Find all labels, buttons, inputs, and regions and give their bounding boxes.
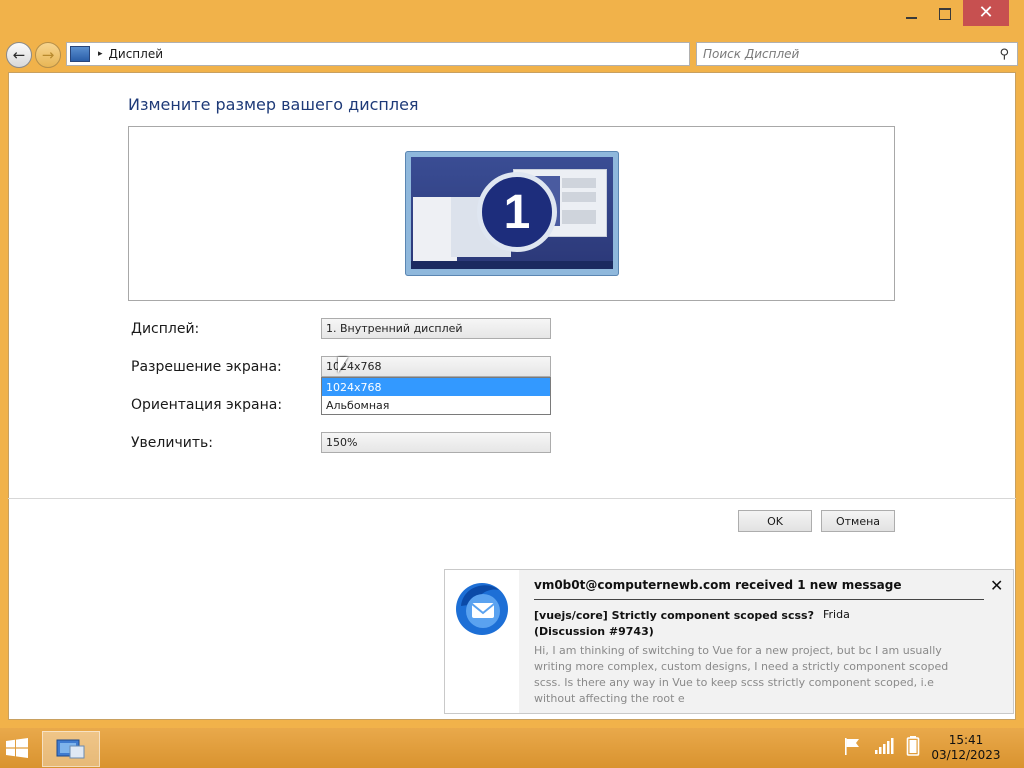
minimize-icon [905,17,917,19]
search-box[interactable]: Поиск Дисплей ⚲ [696,42,1018,66]
clock-time: 15:41 [948,733,984,747]
battery-icon[interactable] [906,736,920,756]
back-button[interactable]: ← [6,42,32,68]
thunderbird-icon [456,583,508,635]
maximize-icon [939,8,951,20]
dropdown-option[interactable]: Альбомная [322,396,550,414]
divider [8,498,1016,499]
forward-button[interactable]: → [35,42,61,68]
windows-start-icon[interactable] [6,738,28,758]
breadcrumb-separator-icon[interactable]: ▸ [98,49,103,59]
orientation-label: Ориентация экрана: [131,397,283,413]
resolution-dropdown-list[interactable]: 1024x768 Альбомная [321,377,551,415]
zoom-label: Увеличить: [131,435,213,451]
notification-close-icon[interactable]: ✕ [990,576,1003,595]
forward-arrow-icon: → [41,45,55,64]
notification-sender: Frida [823,608,850,621]
monitor-screen: 1 [411,157,613,269]
mouse-cursor-icon [338,357,348,373]
monitor-number: 1 [503,185,531,239]
action-center-flag-icon[interactable] [842,736,862,756]
mail-notification[interactable]: vm0b0t@computernewb.com received 1 new m… [444,569,1014,714]
breadcrumb-display[interactable]: Дисплей [109,47,163,61]
preview-taskbar [411,261,613,269]
display-label: Дисплей: [131,321,200,337]
minimize-button[interactable] [896,0,926,28]
ok-button[interactable]: OK [738,510,812,532]
zoom-select[interactable]: 150% [321,432,551,453]
resolution-label: Разрешение экрана: [131,359,282,375]
resolution-select[interactable]: 1024x768 [321,356,551,377]
clock-date: 03/12/2023 [931,748,1001,762]
notification-subject: [vuejs/core] Strictly component scoped s… [534,609,814,638]
preview-block [562,192,596,202]
preview-block [562,210,596,224]
control-panel-icon [56,739,85,759]
search-input[interactable]: Поиск Дисплей [703,47,999,61]
taskbar [0,728,1024,768]
notification-divider [534,599,984,600]
monitor-1-thumbnail[interactable]: 1 [405,151,619,276]
network-signal-icon[interactable] [874,736,894,756]
search-icon[interactable]: ⚲ [999,47,1009,62]
dropdown-option-selected[interactable]: 1024x768 [322,378,550,396]
system-clock[interactable]: 15:41 03/12/2023 [930,733,1002,763]
close-button[interactable]: ✕ [963,0,1009,26]
maximize-button[interactable] [930,0,960,28]
back-arrow-icon: ← [12,45,26,64]
control-panel-icon [70,46,90,62]
monitor-number-badge: 1 [477,172,557,252]
taskbar-control-panel-button[interactable] [42,731,100,767]
address-bar[interactable]: ▸ Дисплей [66,42,690,66]
cancel-button[interactable]: Отмена [821,510,895,532]
page-title: Измените размер вашего дисплея [128,95,419,114]
preview-block [562,178,596,188]
notification-title: vm0b0t@computernewb.com received 1 new m… [534,578,902,592]
notification-icon-area [445,570,519,713]
close-icon: ✕ [978,2,994,23]
display-select[interactable]: 1. Внутренний дисплей [321,318,551,339]
notification-preview-text: Hi, I am thinking of switching to Vue fo… [534,644,949,705]
